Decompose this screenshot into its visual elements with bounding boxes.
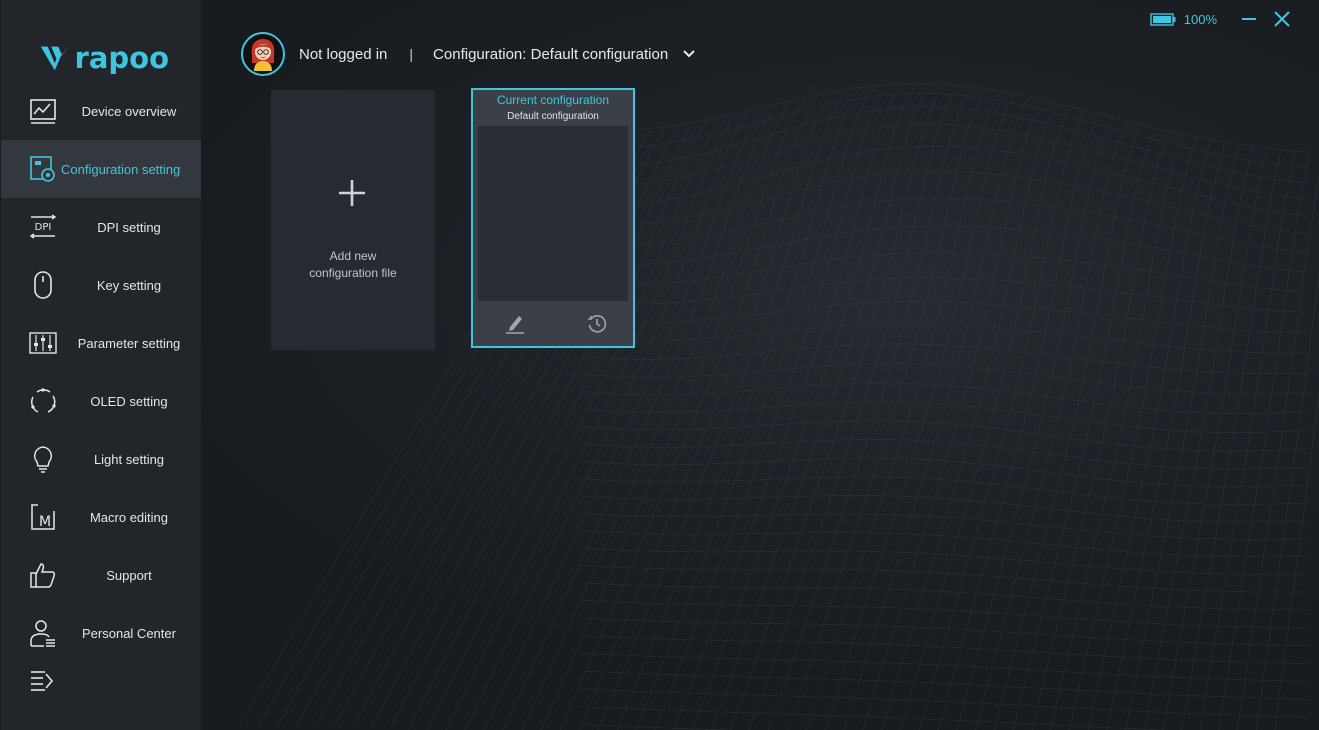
configuration-dropdown[interactable]: Configuration: Default configuration <box>433 46 668 63</box>
sidebar-item-label: Macro editing <box>89 509 169 525</box>
sidebar-item-label: Personal Center <box>82 625 176 641</box>
configuration-preview <box>478 126 628 301</box>
sidebar-item-key-setting[interactable]: Key setting <box>1 256 201 314</box>
sidebar-item-parameter-setting[interactable]: Parameter setting <box>1 314 201 372</box>
close-icon[interactable] <box>1273 10 1291 28</box>
oled-cycle-icon <box>31 388 56 413</box>
app-window: rapoo Device overview Configuration sett… <box>0 0 1319 730</box>
add-configuration-label: Add new configuration file <box>281 248 425 282</box>
sidebar-item-label: Light setting <box>93 451 165 467</box>
main-content: 100% Not logged in | Configuration: Defa… <box>201 0 1319 730</box>
sidebar-item-label: Parameter setting <box>77 335 181 351</box>
avatar-girl-icon <box>251 39 275 71</box>
chevron-down-icon[interactable] <box>682 49 696 59</box>
sidebar-item-personal-center[interactable]: Personal Center <box>1 604 201 662</box>
sidebar-item-support[interactable]: Support <box>1 546 201 604</box>
person-icon <box>30 620 55 647</box>
window-controls: 100% <box>1150 8 1291 30</box>
add-configuration-line2: configuration file <box>309 266 397 280</box>
sidebar-item-configuration-setting[interactable]: Configuration setting <box>1 140 201 198</box>
battery-icon <box>1150 12 1176 26</box>
sidebar-item-device-overview[interactable]: Device overview <box>1 82 201 140</box>
sliders-icon <box>29 332 57 354</box>
edit-pencil-icon[interactable] <box>505 312 525 334</box>
macro-icon: M <box>31 504 55 530</box>
sidebar-item-label: Device overview <box>81 103 177 119</box>
current-configuration-card[interactable]: Current configuration Default configurat… <box>471 88 635 348</box>
current-configuration-name: Default configuration <box>507 111 599 122</box>
dpi-icon: DPI <box>29 214 57 239</box>
sidebar-item-label: DPI setting <box>97 219 161 235</box>
thumbs-up-icon <box>30 563 56 588</box>
avatar[interactable] <box>241 32 285 76</box>
minimize-icon[interactable] <box>1241 11 1257 27</box>
sidebar-item-label: Configuration setting <box>61 161 181 177</box>
sidebar-nav: Device overview Configuration setting DP… <box>1 82 201 662</box>
mouse-icon <box>34 271 52 299</box>
menu-collapse-icon[interactable] <box>29 668 55 692</box>
current-configuration-title: Current configuration <box>496 93 610 107</box>
config-gear-icon <box>30 156 55 182</box>
logo-text: rapoo <box>74 41 169 75</box>
plus-icon <box>339 180 365 206</box>
sidebar-item-light-setting[interactable]: Light setting <box>1 430 201 488</box>
bulb-icon <box>33 446 53 473</box>
sidebar-item-label: Key setting <box>96 277 162 293</box>
user-status[interactable]: Not logged in <box>299 46 387 63</box>
rapoo-logo: rapoo <box>39 40 169 76</box>
sidebar-item-dpi-setting[interactable]: DPI DPI setting <box>1 198 201 256</box>
history-clock-icon[interactable] <box>587 314 607 334</box>
sidebar-item-oled-setting[interactable]: OLED setting <box>1 372 201 430</box>
battery-percentage: 100% <box>1183 11 1217 27</box>
header-separator: | <box>409 46 414 62</box>
chart-icon <box>30 99 56 124</box>
add-configuration-card[interactable]: Add new configuration file <box>271 90 435 350</box>
sidebar-item-label: OLED setting <box>90 393 168 409</box>
add-configuration-line1: Add new <box>329 249 377 263</box>
svg-text:M: M <box>39 514 51 530</box>
sidebar: rapoo Device overview Configuration sett… <box>1 0 201 730</box>
sidebar-item-macro-editing[interactable]: M Macro editing <box>1 488 201 546</box>
sidebar-item-label: Support <box>106 567 152 583</box>
logo-v-icon <box>40 46 69 71</box>
svg-text:DPI: DPI <box>35 222 52 233</box>
header-bar: Not logged in | Configuration: Default c… <box>241 32 696 76</box>
